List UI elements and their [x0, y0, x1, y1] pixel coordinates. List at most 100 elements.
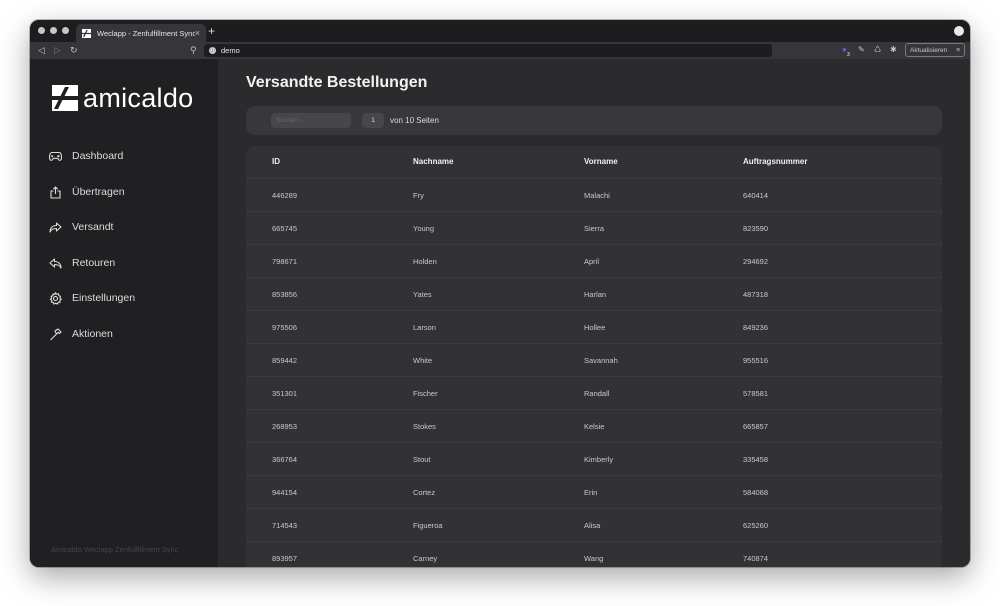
reload-icon[interactable]: ↻ — [70, 44, 78, 56]
address-bar[interactable]: ⓘ demo — [204, 44, 772, 57]
cell-id: 975506 — [272, 323, 298, 332]
logo[interactable]: amicaldo — [52, 83, 193, 113]
bookmark-icon[interactable]: ⚲ — [190, 44, 197, 56]
main-content: Versandte Bestellungen von 10 Seiten ID … — [218, 59, 970, 567]
column-header-vorname[interactable]: Vorname — [584, 157, 618, 167]
sidebar-item-einstellungen[interactable]: Einstellungen — [30, 285, 218, 311]
profile-icon[interactable] — [954, 26, 964, 36]
forward-arrow-icon — [48, 220, 62, 234]
table-row[interactable]: 893957 Carney Wang 740874 — [246, 541, 942, 567]
cell-vorname: Harlan — [584, 290, 607, 299]
table-row[interactable]: 268953 Stokes Kelsie 665857 — [246, 409, 942, 442]
cell-vorname: Kelsie — [584, 422, 605, 431]
cell-id: 798671 — [272, 257, 298, 266]
table-row[interactable]: 859442 White Savannah 955516 — [246, 343, 942, 376]
table-row[interactable]: 975506 Larson Hollee 849236 — [246, 310, 942, 343]
site-info-icon[interactable]: ⓘ — [209, 47, 216, 54]
cell-id: 714543 — [272, 521, 298, 530]
search-input[interactable] — [271, 113, 351, 128]
cell-auftragsnummer: 640414 — [743, 191, 769, 200]
new-tab-button[interactable]: + — [208, 24, 215, 38]
cell-vorname: Malachi — [584, 191, 610, 200]
window-controls — [38, 27, 69, 34]
table-header: ID Nachname Vorname Auftragsnummer — [246, 146, 942, 178]
page-number-input[interactable] — [362, 113, 384, 128]
cell-nachname: Fry — [413, 191, 424, 200]
cell-auftragsnummer: 578581 — [743, 389, 769, 398]
table-row[interactable]: 446289 Fry Malachi 640414 — [246, 178, 942, 211]
page-count-label: von 10 Seiten — [390, 116, 439, 125]
cell-id: 268953 — [272, 422, 298, 431]
cell-id: 446289 — [272, 191, 298, 200]
cell-auftragsnummer: 294692 — [743, 257, 769, 266]
reply-arrow-icon — [48, 256, 62, 270]
cell-vorname: April — [584, 257, 600, 266]
sidebar-item-label: Aktionen — [72, 328, 113, 340]
back-icon[interactable]: ◁ — [38, 44, 45, 56]
cell-nachname: Larson — [413, 323, 436, 332]
recycle-icon[interactable]: ♺ — [874, 45, 881, 55]
cell-nachname: Stokes — [413, 422, 436, 431]
cell-auftragsnummer: 823590 — [743, 224, 769, 233]
sidebar-item-label: Versandt — [72, 221, 114, 233]
cell-auftragsnummer: 487318 — [743, 290, 769, 299]
sidebar-item-retouren[interactable]: Retouren — [30, 250, 218, 276]
table-row[interactable]: 798671 Holden April 294692 — [246, 244, 942, 277]
sidebar-footer: Amicaldo Weclapp Zenfulfillment Sync — [51, 545, 179, 554]
cell-vorname: Wang — [584, 554, 604, 563]
tab-close-icon[interactable]: × — [195, 28, 200, 38]
sidebar-item-uebertragen[interactable]: Übertragen — [30, 179, 218, 205]
table-row[interactable]: 944154 Cortez Erin 584068 — [246, 475, 942, 508]
cell-auftragsnummer: 955516 — [743, 356, 769, 365]
sidebar-item-label: Retouren — [72, 257, 116, 269]
table-row[interactable]: 366764 Stout Kimberly 335458 — [246, 442, 942, 475]
tab-bar: Weclapp - Zenfulfillment Sync × + — [30, 20, 970, 42]
minimize-window-dot[interactable] — [50, 27, 57, 34]
cell-id: 859442 — [272, 356, 298, 365]
cell-vorname: Randall — [584, 389, 610, 398]
cell-auftragsnummer: 849236 — [743, 323, 769, 332]
puzzle-icon[interactable]: ✱ — [890, 45, 897, 55]
column-header-auftragsnummer[interactable]: Auftragsnummer — [743, 157, 807, 167]
table-row[interactable]: 714543 Figueroa Alisa 625260 — [246, 508, 942, 541]
cell-nachname: Carney — [413, 554, 438, 563]
table-row[interactable]: 351301 Fischer Randall 578581 — [246, 376, 942, 409]
hammer-icon — [48, 327, 62, 341]
sidebar-item-dashboard[interactable]: Dashboard — [30, 143, 218, 169]
sidebar-item-label: Dashboard — [72, 150, 124, 162]
table-row[interactable]: 853856 Yates Harlan 487318 — [246, 277, 942, 310]
cell-id: 944154 — [272, 488, 298, 497]
cell-nachname: Yates — [413, 290, 432, 299]
update-button-label: Aktualisieren — [910, 46, 948, 54]
browser-tab[interactable]: Weclapp - Zenfulfillment Sync × — [76, 24, 206, 42]
table-row[interactable]: 665745 Young Sierra 823590 — [246, 211, 942, 244]
cell-auftragsnummer: 584068 — [743, 488, 769, 497]
cell-auftragsnummer: 335458 — [743, 455, 769, 464]
logo-text: amicaldo — [83, 83, 194, 113]
sidebar-item-label: Einstellungen — [72, 292, 136, 304]
cell-id: 366764 — [272, 455, 298, 464]
column-header-id[interactable]: ID — [272, 157, 280, 167]
cell-vorname: Alisa — [584, 521, 601, 530]
column-header-nachname[interactable]: Nachname — [413, 157, 453, 167]
cell-nachname: Cortez — [413, 488, 436, 497]
pen-icon[interactable]: ✎ — [858, 45, 865, 55]
cell-auftragsnummer: 625260 — [743, 521, 769, 530]
browser-window: Weclapp - Zenfulfillment Sync × + ◁ ▷ ↻ … — [30, 20, 970, 567]
update-button[interactable]: Aktualisieren ≡ — [905, 43, 965, 57]
sidebar-item-versandt[interactable]: Versandt — [30, 214, 218, 240]
maximize-window-dot[interactable] — [62, 27, 69, 34]
cell-auftragsnummer: 740874 — [743, 554, 769, 563]
sidebar-item-label: Übertragen — [72, 186, 125, 198]
cell-nachname: Fischer — [413, 389, 438, 398]
cell-id: 853856 — [272, 290, 298, 299]
url-text: demo — [221, 46, 240, 55]
sidebar: amicaldo Dashboard Übertragen Versandt R… — [30, 59, 218, 567]
forward-icon[interactable]: ▷ — [54, 44, 61, 56]
cell-vorname: Hollee — [584, 323, 606, 332]
close-window-dot[interactable] — [38, 27, 45, 34]
cell-nachname: Stout — [413, 455, 431, 464]
cell-nachname: Figueroa — [413, 521, 443, 530]
cell-id: 665745 — [272, 224, 298, 233]
sidebar-item-aktionen[interactable]: Aktionen — [30, 321, 218, 347]
